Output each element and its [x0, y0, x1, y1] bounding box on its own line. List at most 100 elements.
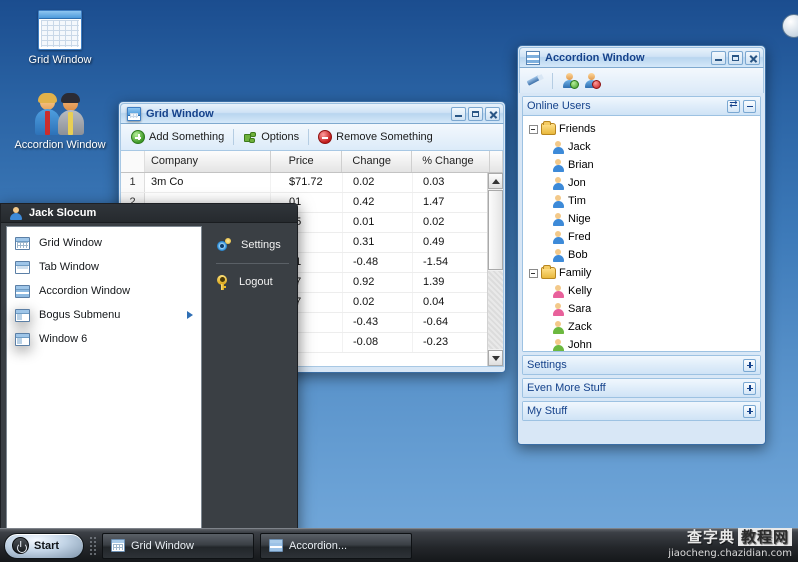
- tree-item-label: John: [568, 339, 592, 351]
- minimize-button[interactable]: [711, 50, 726, 65]
- start-menu-logout[interactable]: Logout: [208, 268, 297, 296]
- expander-icon[interactable]: [525, 268, 541, 278]
- desktop-icon-label: Accordion Window: [14, 139, 106, 151]
- start-menu-settings[interactable]: Settings: [208, 231, 297, 259]
- column-header-price[interactable]: Price: [271, 151, 343, 172]
- scroll-down-button[interactable]: [488, 350, 503, 366]
- remove-something-button[interactable]: Remove Something: [312, 128, 439, 146]
- cell-pct: -1.54: [413, 253, 491, 272]
- grid-window-titlebar[interactable]: Grid Window: [120, 103, 504, 124]
- collapse-icon[interactable]: [743, 99, 756, 113]
- options-button[interactable]: Options: [237, 128, 305, 146]
- column-header-change[interactable]: Change: [342, 151, 413, 172]
- tree-item-label: Kelly: [568, 285, 592, 297]
- start-menu-item-label: Window 6: [39, 333, 88, 345]
- start-menu-item-bogus-submenu[interactable]: Bogus Submenu: [7, 303, 201, 327]
- refresh-icon[interactable]: [727, 99, 740, 113]
- add-something-button[interactable]: Add Something: [125, 128, 230, 146]
- tree-item-user[interactable]: Sara: [525, 300, 758, 318]
- tree-item-user[interactable]: Fred: [525, 228, 758, 246]
- accordion-section-header[interactable]: Even More Stuff: [523, 379, 760, 397]
- accordion-toolbar[interactable]: [519, 68, 764, 93]
- maximize-button[interactable]: [468, 106, 483, 121]
- accordion-section-online-users[interactable]: Online Users Friends Jack Brian: [522, 96, 761, 352]
- start-menu-logout-label: Logout: [239, 276, 273, 288]
- user-icon: [551, 338, 564, 351]
- lines-icon: [526, 50, 540, 65]
- grid-header-row[interactable]: Company Price Change % Change: [121, 151, 503, 173]
- close-button[interactable]: [485, 106, 500, 121]
- start-menu[interactable]: Jack Slocum Grid Window Tab Window Accor…: [0, 203, 298, 540]
- tree-item-user[interactable]: Zack: [525, 318, 758, 336]
- tree-item-user[interactable]: John: [525, 336, 758, 351]
- tree-item-user[interactable]: Jack: [525, 138, 758, 156]
- tree-item-user[interactable]: Tim: [525, 192, 758, 210]
- tree-item-user[interactable]: Kelly: [525, 282, 758, 300]
- accordion-section-header[interactable]: Online Users: [523, 97, 760, 115]
- tree-item-user[interactable]: Jon: [525, 174, 758, 192]
- start-menu-item-grid-window[interactable]: Grid Window: [7, 231, 201, 255]
- tree-item-user[interactable]: Nige: [525, 210, 758, 228]
- start-menu-item-accordion-window[interactable]: Accordion Window: [7, 279, 201, 303]
- taskbar-item-label: Accordion...: [289, 539, 348, 552]
- grid-toolbar[interactable]: Add Something Options Remove Something: [120, 124, 504, 150]
- accordion-section-even-more-stuff[interactable]: Even More Stuff: [522, 378, 761, 398]
- accordion-section-header[interactable]: Settings: [523, 356, 760, 374]
- expand-icon[interactable]: [743, 358, 756, 372]
- scrollbar-thumb[interactable]: [488, 190, 503, 270]
- minimize-button[interactable]: [451, 106, 466, 121]
- tab-window-icon: [15, 260, 30, 274]
- taskbar-item-accordion-window[interactable]: Accordion...: [260, 532, 412, 559]
- desktop-icon-grid-window[interactable]: Grid Window: [10, 10, 110, 67]
- tree-item-label: Bob: [568, 249, 588, 261]
- start-menu-item-window-6[interactable]: Window 6: [7, 327, 201, 351]
- pencil-icon[interactable]: [526, 73, 544, 89]
- accordion-window[interactable]: Accordion Window Online Users ⇄ Friends …: [517, 45, 766, 445]
- maximize-button[interactable]: [728, 50, 743, 65]
- user-icon: [551, 320, 564, 334]
- close-button[interactable]: [745, 50, 760, 65]
- add-user-icon[interactable]: [562, 73, 579, 89]
- accordion-window-titlebar[interactable]: Accordion Window: [519, 47, 764, 68]
- accordion-section-settings[interactable]: Settings: [522, 355, 761, 375]
- expander-icon[interactable]: [525, 124, 541, 134]
- desktop-icon-accordion-window[interactable]: Accordion Window: [10, 93, 110, 152]
- options-label: Options: [261, 131, 300, 143]
- tree-item-user[interactable]: Brian: [525, 156, 758, 174]
- start-menu-item-label: Accordion Window: [39, 285, 131, 297]
- taskbar[interactable]: Start Grid Window Accordion...: [0, 528, 798, 562]
- expand-icon[interactable]: [743, 404, 756, 418]
- column-header-index[interactable]: [121, 151, 145, 172]
- tree-group-family[interactable]: Family: [525, 264, 758, 282]
- user-icon: [551, 176, 564, 190]
- cell-price: $71.72: [271, 173, 343, 192]
- user-icon: [551, 212, 564, 226]
- column-header-company[interactable]: Company: [145, 151, 271, 172]
- taskbar-grip[interactable]: [89, 535, 97, 556]
- scroll-up-button[interactable]: [488, 173, 503, 189]
- user-icon: [551, 230, 564, 244]
- column-header-pct-change[interactable]: % Change: [412, 151, 490, 172]
- accordion-section-my-stuff[interactable]: My Stuff: [522, 401, 761, 421]
- vertical-scrollbar[interactable]: [487, 173, 503, 366]
- tree-item-label: Brian: [568, 159, 594, 171]
- tree-group-friends[interactable]: Friends: [525, 120, 758, 138]
- user-icon: [551, 248, 564, 262]
- desktop-icon-label: Grid Window: [28, 54, 92, 66]
- cell-pct: 0.02: [413, 213, 491, 232]
- taskbar-item-grid-window[interactable]: Grid Window: [102, 532, 254, 559]
- start-menu-item-tab-window[interactable]: Tab Window: [7, 255, 201, 279]
- expand-icon[interactable]: [743, 381, 756, 395]
- tree-item-label: Sara: [568, 303, 592, 315]
- tree-item-label: Jack: [568, 141, 591, 153]
- accordion-section-header[interactable]: My Stuff: [523, 402, 760, 420]
- tree-item-label: Zack: [568, 321, 592, 333]
- accordion-window-icon: [15, 284, 30, 298]
- remove-user-icon[interactable]: [584, 73, 601, 89]
- table-row[interactable]: 1 3m Co $71.72 0.02 0.03: [121, 173, 503, 193]
- tree-item-label: Tim: [568, 195, 586, 207]
- scrollbar-track[interactable]: [488, 271, 503, 349]
- tree-item-user[interactable]: Bob: [525, 246, 758, 264]
- grid-icon: [127, 106, 141, 121]
- start-button[interactable]: Start: [4, 532, 84, 559]
